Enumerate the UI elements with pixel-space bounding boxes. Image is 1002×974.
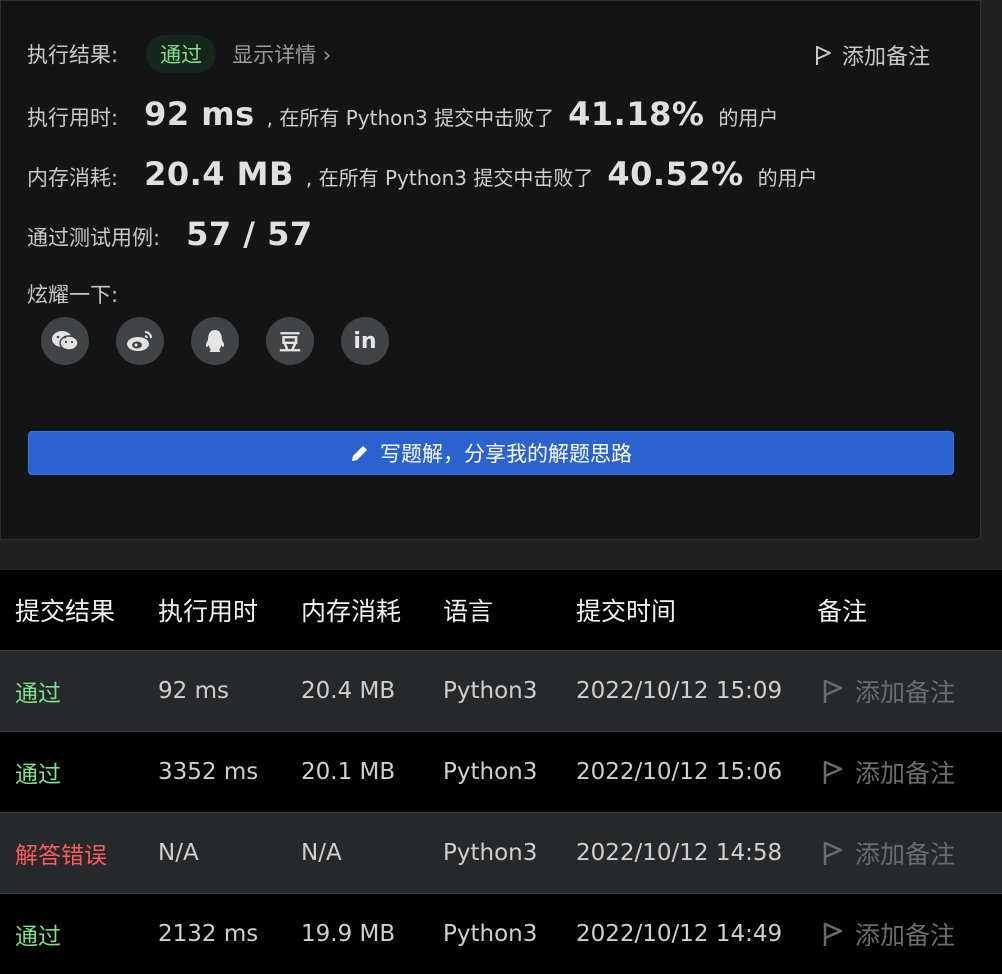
linkedin-icon[interactable]: in — [341, 317, 389, 365]
submissions-table: 提交结果 执行用时 内存消耗 语言 提交时间 备注 通过 92 ms 20.4 … — [0, 570, 1002, 974]
result-row: 执行结果: 通过 显示详情 › — [27, 35, 331, 73]
row-add-note-button[interactable]: 添加备注 — [821, 673, 955, 709]
header-status: 提交结果 — [15, 597, 116, 626]
table-header: 提交结果 执行用时 内存消耗 语言 提交时间 备注 — [0, 570, 1002, 650]
tests-row: 通过测试用例: 57 / 57 — [27, 215, 313, 253]
row-language: Python3 — [443, 678, 538, 704]
show-details-link[interactable]: 显示详情 › — [232, 39, 331, 69]
douban-glyph: 豆 — [278, 331, 301, 356]
row-add-note-button[interactable]: 添加备注 — [821, 835, 955, 871]
memory-suffix: 的用户 — [757, 166, 818, 190]
row-note-label: 添加备注 — [855, 840, 956, 869]
write-solution-button[interactable]: 写题解，分享我的解题思路 — [28, 431, 954, 475]
share-label: 炫耀一下: — [27, 283, 119, 307]
row-memory: 20.1 MB — [301, 759, 396, 785]
share-row: 炫耀一下: — [27, 279, 118, 309]
runtime-suffix: 的用户 — [718, 106, 779, 130]
table-row[interactable]: 通过 92 ms 20.4 MB Python3 2022/10/12 15:0… — [0, 650, 1002, 731]
row-memory: 20.4 MB — [301, 678, 396, 704]
row-submitted: 2022/10/12 15:06 — [576, 759, 783, 785]
write-solution-label: 写题解，分享我的解题思路 — [380, 442, 632, 466]
pencil-icon — [352, 446, 367, 461]
row-language: Python3 — [443, 921, 538, 947]
row-runtime: 3352 ms — [158, 759, 259, 785]
flag-icon — [823, 841, 843, 865]
flag-icon — [815, 46, 831, 65]
memory-percent: 40.52% — [607, 155, 744, 193]
tests-value: 57 / 57 — [186, 215, 313, 253]
table-row[interactable]: 通过 3352 ms 20.1 MB Python3 2022/10/12 15… — [0, 731, 1002, 812]
memory-value: 20.4 MB — [144, 155, 294, 193]
row-status[interactable]: 通过 — [15, 917, 61, 951]
header-language: 语言 — [443, 597, 494, 626]
runtime-percent: 41.18% — [568, 95, 705, 133]
header-runtime: 执行用时 — [158, 597, 259, 626]
table-row[interactable]: 通过 2132 ms 19.9 MB Python3 2022/10/12 14… — [0, 893, 1002, 974]
row-note-label: 添加备注 — [855, 921, 956, 950]
row-submitted: 2022/10/12 14:58 — [576, 840, 783, 866]
header-note: 备注 — [817, 597, 868, 626]
runtime-beat-text: , 在所有 Python3 提交中击败了 — [266, 106, 555, 130]
weibo-icon[interactable] — [116, 317, 164, 365]
add-note-button[interactable]: 添加备注 — [814, 39, 930, 71]
row-memory: 19.9 MB — [301, 921, 396, 947]
add-note-label: 添加备注 — [841, 45, 930, 70]
row-runtime: N/A — [158, 840, 199, 866]
row-status[interactable]: 通过 — [15, 674, 61, 708]
table-row[interactable]: 解答错误 N/A N/A Python3 2022/10/12 14:58 添加… — [0, 812, 1002, 893]
memory-label: 内存消耗: — [27, 166, 119, 190]
linkedin-glyph: in — [353, 328, 377, 354]
flag-icon — [823, 760, 843, 784]
row-note-label: 添加备注 — [855, 759, 956, 788]
result-label: 执行结果: — [27, 43, 119, 67]
memory-row: 内存消耗: 20.4 MB , 在所有 Python3 提交中击败了 40.52… — [27, 155, 818, 193]
tests-label: 通过测试用例: — [27, 226, 161, 250]
flag-icon — [823, 679, 843, 703]
header-memory: 内存消耗 — [301, 597, 402, 626]
row-status[interactable]: 解答错误 — [15, 836, 107, 870]
runtime-value: 92 ms — [144, 95, 255, 133]
qq-icon[interactable] — [191, 317, 239, 365]
result-panel: 执行结果: 通过 显示详情 › 添加备注 执行用时: 92 ms , 在所有 P… — [0, 0, 981, 540]
row-runtime: 92 ms — [158, 678, 229, 704]
row-memory: N/A — [301, 840, 342, 866]
row-language: Python3 — [443, 759, 538, 785]
flag-icon — [823, 922, 843, 946]
status-badge: 通过 — [146, 35, 217, 73]
row-add-note-button[interactable]: 添加备注 — [821, 754, 955, 790]
douban-icon[interactable]: 豆 — [266, 317, 314, 365]
runtime-row: 执行用时: 92 ms , 在所有 Python3 提交中击败了 41.18% … — [27, 95, 778, 133]
row-submitted: 2022/10/12 14:49 — [576, 921, 783, 947]
row-add-note-button[interactable]: 添加备注 — [821, 916, 955, 952]
row-note-label: 添加备注 — [855, 678, 956, 707]
runtime-label: 执行用时: — [27, 106, 119, 130]
row-language: Python3 — [443, 840, 538, 866]
row-submitted: 2022/10/12 15:09 — [576, 678, 783, 704]
share-icons: 豆 in — [41, 317, 389, 365]
memory-beat-text: , 在所有 Python3 提交中击败了 — [305, 166, 594, 190]
row-runtime: 2132 ms — [158, 921, 259, 947]
row-status[interactable]: 通过 — [15, 755, 61, 789]
header-submitted: 提交时间 — [576, 597, 677, 626]
wechat-icon[interactable] — [41, 317, 89, 365]
